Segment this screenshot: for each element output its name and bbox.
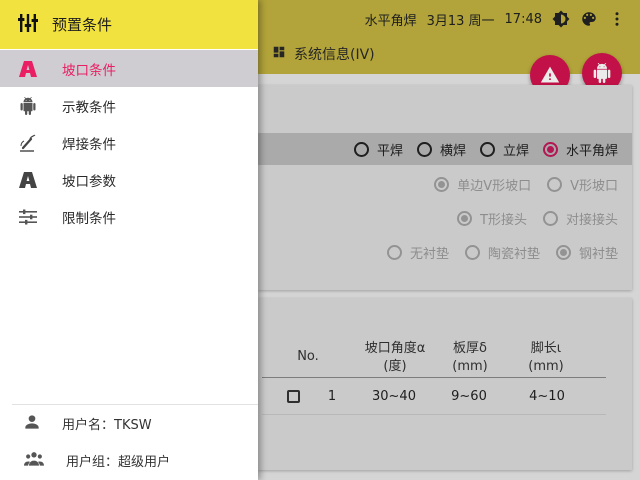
nav-item-label: 限制条件 xyxy=(62,210,116,227)
sliders-icon xyxy=(18,207,38,227)
drawer-title: 预置条件 xyxy=(52,16,113,34)
nav-item-groove-conditions[interactable]: 坡口条件 xyxy=(0,50,258,87)
android-icon xyxy=(18,96,38,116)
usergroup-text: 用户组：超级用户 xyxy=(66,455,171,470)
group-icon xyxy=(24,451,44,471)
drawer-footer: 用户名：TKSW 用户组：超级用户 xyxy=(12,404,258,479)
nav-item-label: 焊接条件 xyxy=(62,136,116,153)
nav-item-groove-parameters[interactable]: 坡口参数 xyxy=(0,161,258,198)
welding-torch-icon xyxy=(18,133,38,153)
username-text: 用户名：TKSW xyxy=(62,418,152,433)
usergroup-row: 用户组：超级用户 xyxy=(12,442,258,479)
groove-icon xyxy=(18,170,38,190)
nav-item-limit-conditions[interactable]: 限制条件 xyxy=(0,198,258,235)
nav-item-teaching-conditions[interactable]: 示教条件 xyxy=(0,87,258,124)
drawer-header: 预置条件 xyxy=(0,0,258,49)
groove-icon xyxy=(18,59,38,79)
navigation-drawer: 预置条件 坡口条件 示教条件 焊接条件 坡口参数 限制条件 用户名：TKSW 用… xyxy=(0,0,258,480)
nav-item-welding-conditions[interactable]: 焊接条件 xyxy=(0,124,258,161)
nav-item-label: 坡口条件 xyxy=(62,62,116,79)
preset-sliders-icon xyxy=(18,13,38,36)
drawer-scrim[interactable] xyxy=(258,0,640,480)
nav-item-label: 示教条件 xyxy=(62,99,116,116)
username-row: 用户名：TKSW xyxy=(12,405,258,442)
person-icon xyxy=(24,414,40,434)
nav-item-label: 坡口参数 xyxy=(62,173,116,190)
